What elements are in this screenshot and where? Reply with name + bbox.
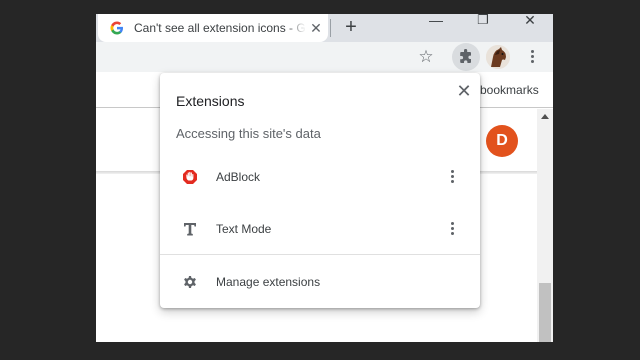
extension-row-text-mode[interactable]: Text Mode	[160, 209, 480, 249]
scroll-thumb[interactable]	[539, 283, 551, 342]
toolbar: ☆	[96, 42, 553, 72]
manage-extensions-label: Manage extensions	[216, 275, 321, 289]
scroll-up-arrow-icon[interactable]	[541, 114, 549, 119]
tab-close-icon[interactable]: ✕	[309, 21, 323, 35]
restore-button[interactable]: ❐	[460, 14, 506, 28]
tab-active[interactable]: Can't see all extension icons - G ✕	[98, 14, 328, 42]
text-mode-icon	[184, 223, 196, 236]
profile-avatar[interactable]	[486, 45, 510, 69]
extension-row-adblock[interactable]: AdBlock	[160, 157, 480, 197]
account-avatar[interactable]: D	[486, 125, 518, 157]
adblock-icon	[183, 170, 197, 184]
bookmark-star-icon[interactable]: ☆	[414, 45, 438, 69]
extensions-button[interactable]	[452, 43, 480, 71]
chrome-menu-button[interactable]	[523, 48, 541, 66]
puzzle-piece-icon	[460, 49, 471, 63]
new-tab-button[interactable]: +	[340, 17, 362, 39]
tab-strip: Can't see all extension icons - G ✕ + — …	[96, 14, 553, 42]
minimize-button[interactable]: —	[413, 14, 459, 28]
extension-menu-button[interactable]	[444, 220, 460, 238]
gear-icon	[184, 276, 196, 288]
vertical-scrollbar[interactable]	[537, 109, 553, 342]
extension-name: Text Mode	[216, 222, 272, 236]
tab-title: Can't see all extension icons - G	[134, 21, 306, 35]
window-close-button[interactable]: ✕	[507, 14, 553, 28]
close-icon[interactable]: ✕	[454, 81, 474, 101]
extensions-popup: Extensions ✕ Accessing this site's data …	[160, 73, 480, 308]
popup-title: Extensions	[176, 93, 245, 109]
manage-extensions-link[interactable]: Manage extensions	[160, 262, 480, 302]
extension-menu-button[interactable]	[444, 168, 460, 186]
popup-subtitle: Accessing this site's data	[176, 126, 321, 141]
google-g-icon	[110, 21, 123, 35]
horse-avatar	[486, 45, 510, 69]
extension-name: AdBlock	[216, 170, 261, 184]
popup-divider	[160, 254, 480, 255]
tab-separator	[330, 19, 331, 37]
other-bookmarks-link[interactable]: bookmarks	[480, 83, 539, 97]
